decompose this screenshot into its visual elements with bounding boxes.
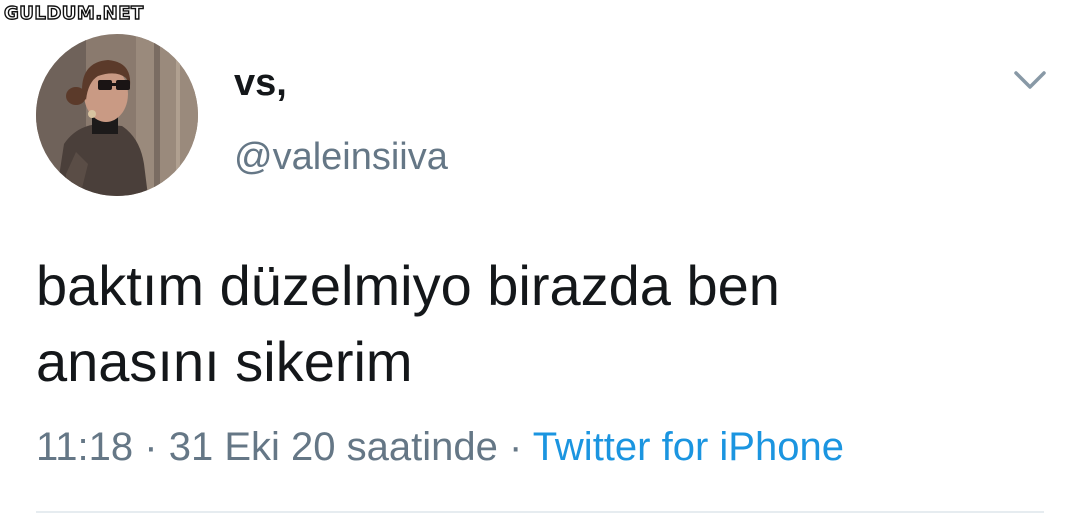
tweet-text: baktım düzelmiyo birazda ben anasını sik…	[36, 248, 1036, 400]
tweet-source-link[interactable]: Twitter for iPhone	[533, 425, 844, 469]
meta-separator: ·	[508, 425, 523, 469]
tweet-time[interactable]: 11:18	[36, 425, 133, 469]
tweet-text-line-2: anasını sikerim	[36, 330, 413, 393]
user-handle[interactable]: @valeinsiiva	[234, 134, 448, 180]
watermark-logo: GULDUM.NET	[3, 3, 144, 24]
chevron-down-icon[interactable]	[1012, 66, 1048, 94]
display-name[interactable]: vs,	[234, 60, 287, 106]
tweet-date[interactable]: 31 Eki 20 saatinde	[169, 425, 498, 469]
avatar[interactable]	[36, 34, 198, 196]
profile-photo-image	[36, 34, 198, 196]
divider	[36, 511, 1044, 513]
tweet-metadata: 11:18 · 31 Eki 20 saatinde · Twitter for…	[36, 422, 844, 472]
meta-separator: ·	[144, 425, 158, 469]
tweet-text-line-1: baktım düzelmiyo birazda ben	[36, 254, 780, 317]
